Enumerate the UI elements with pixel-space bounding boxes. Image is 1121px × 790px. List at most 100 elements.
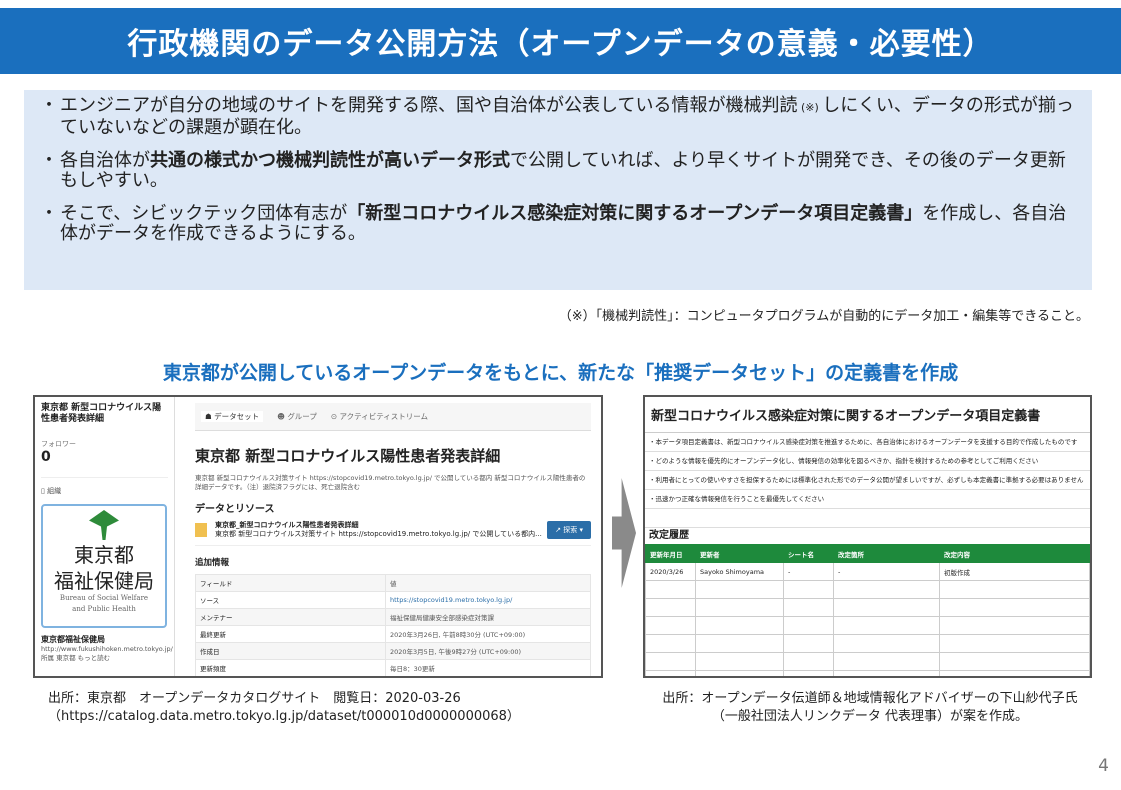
resource-title[interactable]: 東京都_新型コロナウイルス陽性患者発表詳細 xyxy=(215,521,359,529)
definition-line: ・本データ項目定義書は、新型コロナウイルス感染症対策を推進するために、各自治体に… xyxy=(645,433,1090,452)
dataset-heading: 東京都 新型コロナウイルス陽性患者発表詳細 xyxy=(195,447,501,465)
table-row: フィールド値 xyxy=(195,574,591,592)
table-row: 2020/3/26 Sayoko Shimoyama - - 初版作成 xyxy=(645,562,1090,581)
tab-dataset[interactable]: ☗ データセット xyxy=(201,411,264,422)
info-value: 値 xyxy=(385,574,591,592)
catalog-screenshot: 東京都 新型コロナウイルス陽性患者発表詳細 フォロワー 0 ▯ 組織 東京都 福… xyxy=(33,395,603,678)
additional-info-table: フィールド値 ソース https://stopcovid19.metro.toky… xyxy=(195,574,591,676)
caption-line: （https://catalog.data.metro.tokyo.lg.jp/… xyxy=(48,709,520,724)
history-cell: Sayoko Shimoyama xyxy=(695,562,784,581)
blank-row xyxy=(645,509,1090,528)
bullet-emphasis: 「新型コロナウイルス感染症対策に関するオープンデータ項目定義書」 xyxy=(347,203,923,224)
table-row xyxy=(645,598,1090,617)
definition-line: ・利用者にとっての使いやすさを担保するためには標準化された形でのデータ公開が望ま… xyxy=(645,471,1090,490)
bullet-marker: ・ xyxy=(40,95,58,116)
bullet-text: 各自治体が共通の様式かつ機械判読性が高いデータ形式で公開していれば、より早くサイ… xyxy=(60,151,1082,191)
org-section-label: ▯ 組織 xyxy=(41,477,168,496)
history-table: 更新年月日 更新者 シート名 改定箇所 改定内容 2020/3/26 Sayok… xyxy=(645,544,1090,676)
section-subheading: 東京都が公開しているオープンデータをもとに、新たな「推奨データセット」の定義書を… xyxy=(162,362,959,384)
bullet-emphasis: 共通の様式かつ機械判読性が高いデータ形式 xyxy=(150,150,510,171)
column-header: 改定内容 xyxy=(939,544,1090,563)
table-row xyxy=(645,634,1090,653)
caption-line: （一般社団法人リンクデータ 代表理事）が案を作成。 xyxy=(711,709,1029,724)
info-value: 毎日8：30更新 xyxy=(385,659,591,676)
definition-line: ・どのような情報を優先的にオープンデータ化し、情報発信の効率化を図るべきか、指針… xyxy=(645,452,1090,471)
info-value[interactable]: https://stopcovid19.metro.tokyo.lg.jp/ xyxy=(385,591,591,609)
history-cell: 初版作成 xyxy=(939,562,1090,581)
column-header: シート名 xyxy=(783,544,834,563)
table-row: 更新頻度 毎日8：30更新 xyxy=(195,659,591,676)
bullet-segment: そこで、シビックテック団体有志が xyxy=(60,203,348,224)
resource-text: 東京都_新型コロナウイルス陽性患者発表詳細 東京都 新型コロナウイルス対策サイト… xyxy=(215,521,547,539)
page-number: 4 xyxy=(1098,756,1109,776)
bullet-text: そこで、シビックテック団体有志が「新型コロナウイルス感染症対策に関するオープンデ… xyxy=(60,204,1082,244)
table-row: メンテナー 福祉保健局健康安全部感染症対策課 xyxy=(195,608,591,626)
source-caption-left: 出所：東京都 オープンデータカタログサイト 閲覧日：2020-03-26 （ht… xyxy=(48,690,520,726)
history-cell: 2020/3/26 xyxy=(645,562,696,581)
table-row: 作成日 2020年3月5日, 午後9時27分 (UTC+09:00) xyxy=(195,642,591,660)
explore-button[interactable]: ↗ 探索 ▾ xyxy=(547,521,591,539)
caption-line: 出所：東京都 オープンデータカタログサイト 閲覧日：2020-03-26 xyxy=(48,691,461,706)
column-header: 更新年月日 xyxy=(645,544,696,563)
info-value: 2020年3月5日, 午後9時27分 (UTC+09:00) xyxy=(385,642,591,660)
resource-desc: 東京都 新型コロナウイルス対策サイト https://stopcovid19.m… xyxy=(215,530,542,538)
tab-group[interactable]: ☻ グループ xyxy=(277,411,317,422)
org-url[interactable]: http://www.fukushihoken.metro.tokyo.jp/ xyxy=(41,645,173,654)
tab-group-label: グループ xyxy=(287,412,317,421)
ginkgo-leaf-icon xyxy=(89,510,119,540)
table-row xyxy=(645,580,1090,599)
org-section-text: 組織 xyxy=(47,487,62,495)
info-key: 作成日 xyxy=(195,642,386,660)
followers-count: 0 xyxy=(41,449,51,465)
history-header-row: 更新年月日 更新者 シート名 改定箇所 改定内容 xyxy=(645,544,1090,563)
logo-line2: 福祉保健局 xyxy=(54,569,154,593)
tab-activity-label: アクティビティストリーム xyxy=(339,412,429,421)
info-key: フィールド xyxy=(195,574,386,592)
table-row xyxy=(645,652,1090,671)
bullet-item: ・そこで、シビックテック団体有志が「新型コロナウイルス感染症対策に関するオープン… xyxy=(40,204,1082,244)
bullet-segment: (※) xyxy=(797,101,823,114)
tab-activity[interactable]: ⊙ アクティビティストリーム xyxy=(331,411,428,422)
bullet-marker: ・ xyxy=(40,150,58,171)
table-row xyxy=(645,670,1090,676)
info-key: メンテナー xyxy=(195,608,386,626)
bullet-box: ・エンジニアが自分の地域のサイトを開発する際、国や自治体が公表している情報が機械… xyxy=(24,90,1092,290)
history-cell: - xyxy=(833,562,940,581)
bullet-item: ・各自治体が共通の様式かつ機械判読性が高いデータ形式で公開していれば、より早くサ… xyxy=(40,151,1082,191)
bullet-marker: ・ xyxy=(40,203,58,224)
right-arrow-icon xyxy=(612,478,636,588)
resource-item[interactable]: 東京都_新型コロナウイルス陽性患者発表詳細 東京都 新型コロナウイルス対策サイト… xyxy=(195,521,591,546)
definition-title: 新型コロナウイルス感染症対策に関するオープンデータ項目定義書 xyxy=(645,397,1090,433)
table-row xyxy=(645,616,1090,635)
bullet-item: ・エンジニアが自分の地域のサイトを開発する際、国や自治体が公表している情報が機械… xyxy=(40,96,1082,138)
info-value: 福祉保健局健康安全部感染症対策課 xyxy=(385,608,591,626)
resources-heading: データとリソース xyxy=(195,504,275,515)
sidebar-dataset-name: 東京都 新型コロナウイルス陽性患者発表詳細 xyxy=(41,403,162,424)
file-icon xyxy=(195,523,207,537)
source-caption-right: 出所：オープンデータ伝道師＆地域情報化アドバイザーの下山紗代子氏 （一般社団法人… xyxy=(650,690,1090,726)
followers-label: フォロワー xyxy=(41,440,76,448)
history-heading: 改定履歴 xyxy=(649,530,689,541)
tab-dataset-label: データセット xyxy=(214,412,260,421)
org-desc: 所属 東京都 もっと読む xyxy=(41,654,111,662)
table-row: ソース https://stopcovid19.metro.tokyo.lg.jp… xyxy=(195,591,591,609)
history-cell: - xyxy=(783,562,834,581)
logo-en1: Bureau of Social Welfare xyxy=(59,594,149,602)
info-key: 更新頻度 xyxy=(195,659,386,676)
column-header: 改定箇所 xyxy=(833,544,940,563)
catalog-tabs: ☗ データセット ☻ グループ ⊙ アクティビティストリーム xyxy=(195,403,591,431)
dataset-description: 東京都 新型コロナウイルス対策サイト https://stopcovid19.m… xyxy=(195,474,586,491)
bullet-text: エンジニアが自分の地域のサイトを開発する際、国や自治体が公表している情報が機械判… xyxy=(60,96,1082,138)
info-key: ソース xyxy=(195,591,386,609)
info-key: 最終更新 xyxy=(195,625,386,643)
org-name: 東京都福祉保健局 xyxy=(41,635,105,644)
page-title: 行政機関のデータ公開方法（オープンデータの意義・必要性） xyxy=(0,8,1121,74)
additional-info-heading: 追加情報 xyxy=(195,558,230,568)
info-value: 2020年3月26日, 午前8時30分 (UTC+09:00) xyxy=(385,625,591,643)
catalog-sidebar: 東京都 新型コロナウイルス陽性患者発表詳細 フォロワー 0 ▯ 組織 東京都 福… xyxy=(35,397,175,676)
bullet-segment: 各自治体が xyxy=(60,150,150,171)
footnote: （※）「機械判読性」：コンピュータプログラムが自動的にデータ加工・編集等できるこ… xyxy=(558,309,1089,324)
logo-line1: 東京都 xyxy=(74,543,134,567)
logo-en2: and Public Health xyxy=(72,605,136,613)
bureau-logo: 東京都 福祉保健局 Bureau of Social Welfare and P… xyxy=(41,504,167,628)
